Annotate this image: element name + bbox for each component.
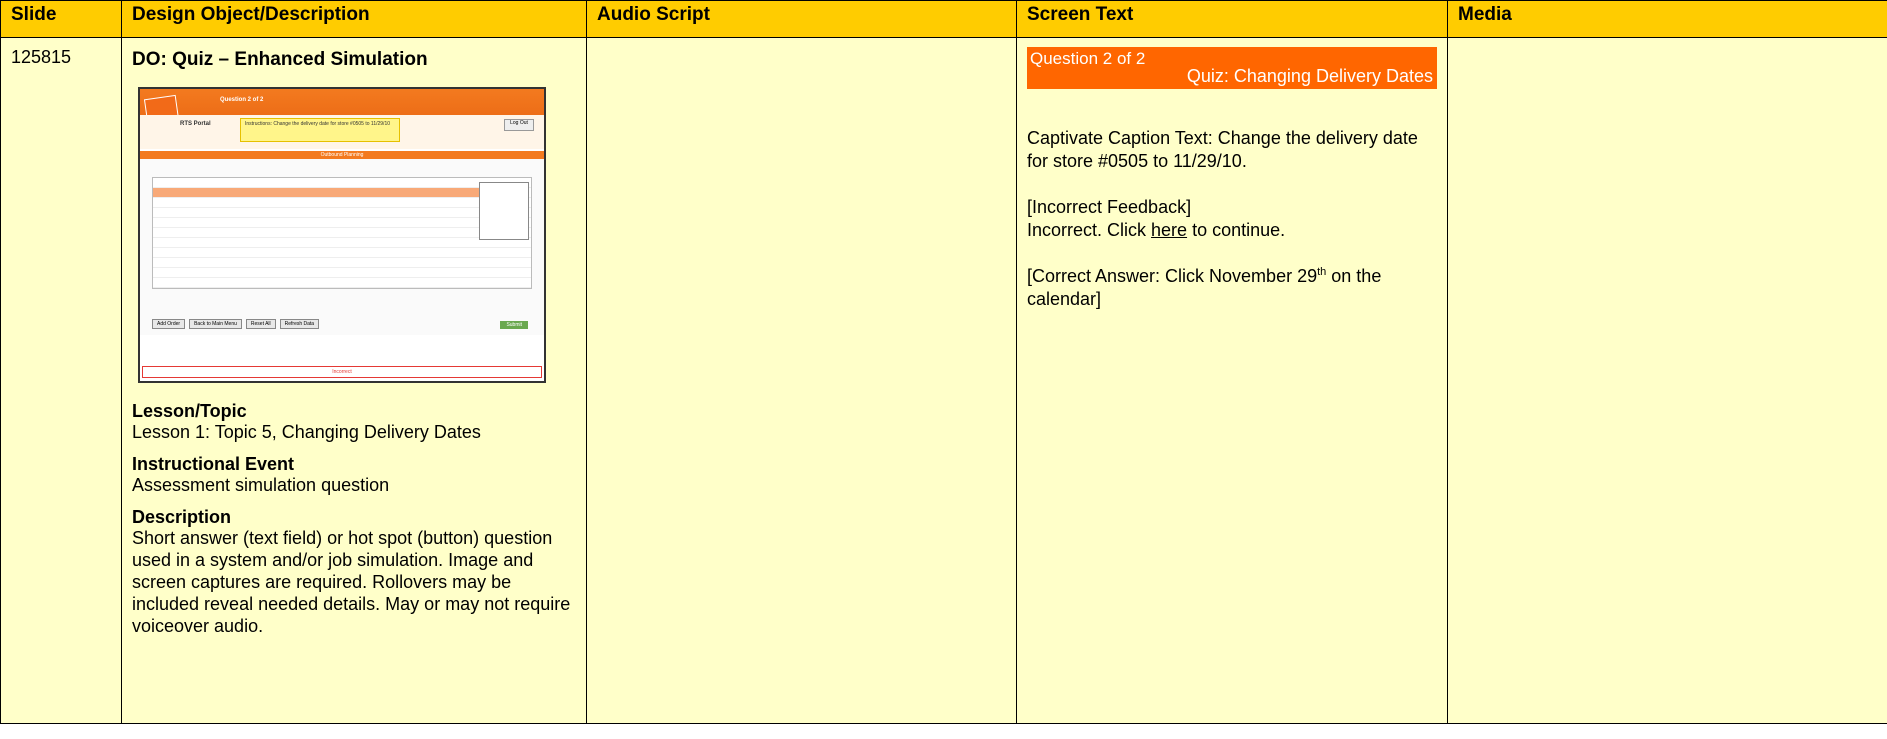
slide-number-cell: 125815 [0, 37, 122, 724]
screenshot-highlight-row [153, 188, 491, 197]
incorrect-feedback-block: [Incorrect Feedback] Incorrect. Click he… [1027, 196, 1437, 243]
design-cell: DO: Quiz – Enhanced Simulation Question … [121, 37, 587, 724]
design-object-title: DO: Quiz – Enhanced Simulation [132, 49, 428, 70]
incorrect-suffix: to continue. [1187, 220, 1286, 241]
slide-number: 125815 [11, 47, 72, 67]
screenshot-buttons: Add Order Back to Main Menu Reset All Re… [152, 319, 320, 329]
screenshot-instructions: Instructions: Change the delivery date f… [240, 118, 400, 142]
screenshot-header: Question 2 of 2 RTS Portal Instructions:… [140, 89, 544, 149]
screenshot-calendar [479, 182, 529, 240]
screenshot-add-order-button: Add Order [152, 319, 186, 329]
correct-prefix: [Correct Answer: Click November 29 [1027, 265, 1318, 286]
storyboard-table: Slide Design Object/Description Audio Sc… [0, 0, 1887, 724]
correct-superscript: th [1317, 265, 1327, 278]
media-cell [1447, 37, 1887, 724]
quiz-question-count: Question 2 of 2 [1030, 49, 1146, 68]
header-design: Design Object/Description [121, 0, 587, 38]
screenshot-question: Question 2 of 2 [220, 97, 264, 103]
caption-text: Captivate Caption Text: Change the deliv… [1027, 128, 1418, 172]
incorrect-prefix: Incorrect. Click [1027, 220, 1152, 241]
screenshot-back-button: Back to Main Menu [189, 319, 242, 329]
lesson-heading: Lesson/Topic [132, 401, 247, 421]
header-screen-text: Screen Text [1016, 0, 1448, 38]
description-heading: Description [132, 506, 232, 527]
screenshot-subheader: RTS Portal Instructions: Change the deli… [140, 115, 544, 149]
correct-answer-text: [Correct Answer: Click November 29th on … [1027, 265, 1437, 312]
screen-text-cell: Question 2 of 2 Quiz: Changing Delivery … [1016, 37, 1448, 724]
header-row: Slide Design Object/Description Audio Sc… [0, 0, 1887, 38]
screenshot-logout-button: Log Out [504, 119, 534, 131]
embedded-screenshot: Question 2 of 2 RTS Portal Instructions:… [138, 87, 546, 383]
screenshot-body: Add Order Back to Main Menu Reset All Re… [140, 159, 544, 335]
incorrect-feedback-label: [Incorrect Feedback] [1027, 196, 1192, 217]
audio-script-cell [586, 37, 1017, 724]
screenshot-refresh-button: Refresh Data [279, 319, 320, 329]
screenshot-feedback: Incorrect [142, 366, 542, 378]
table-row: 125815 DO: Quiz – Enhanced Simulation Qu… [0, 37, 1887, 724]
event-heading: Instructional Event [132, 453, 295, 474]
incorrect-feedback-text: Incorrect. Click here to continue. [1027, 219, 1437, 242]
screenshot-store-grid [152, 177, 532, 289]
correct-answer-block: [Correct Answer: Click November 29th on … [1027, 265, 1437, 312]
quiz-title-bar: Question 2 of 2 Quiz: Changing Delivery … [1027, 47, 1437, 89]
screenshot-reset-button: Reset All [245, 319, 276, 329]
screenshot-app-name: RTS Portal [180, 121, 211, 127]
caption-block: Captivate Caption Text: Change the deliv… [1027, 127, 1437, 174]
event-text: Assessment simulation question [132, 474, 390, 495]
header-audio: Audio Script [586, 0, 1017, 38]
header-slide: Slide [0, 0, 122, 38]
quiz-title: Quiz: Changing Delivery Dates [1186, 66, 1433, 86]
here-link[interactable]: here [1151, 220, 1187, 240]
description-text: Short answer (text field) or hot spot (b… [132, 527, 571, 636]
screenshot-band-title: Outbound Planning [140, 151, 544, 159]
header-media: Media [1447, 0, 1887, 38]
lesson-text: Lesson 1: Topic 5, Changing Delivery Dat… [132, 422, 481, 442]
screenshot-submit-button: Submit [500, 321, 528, 329]
